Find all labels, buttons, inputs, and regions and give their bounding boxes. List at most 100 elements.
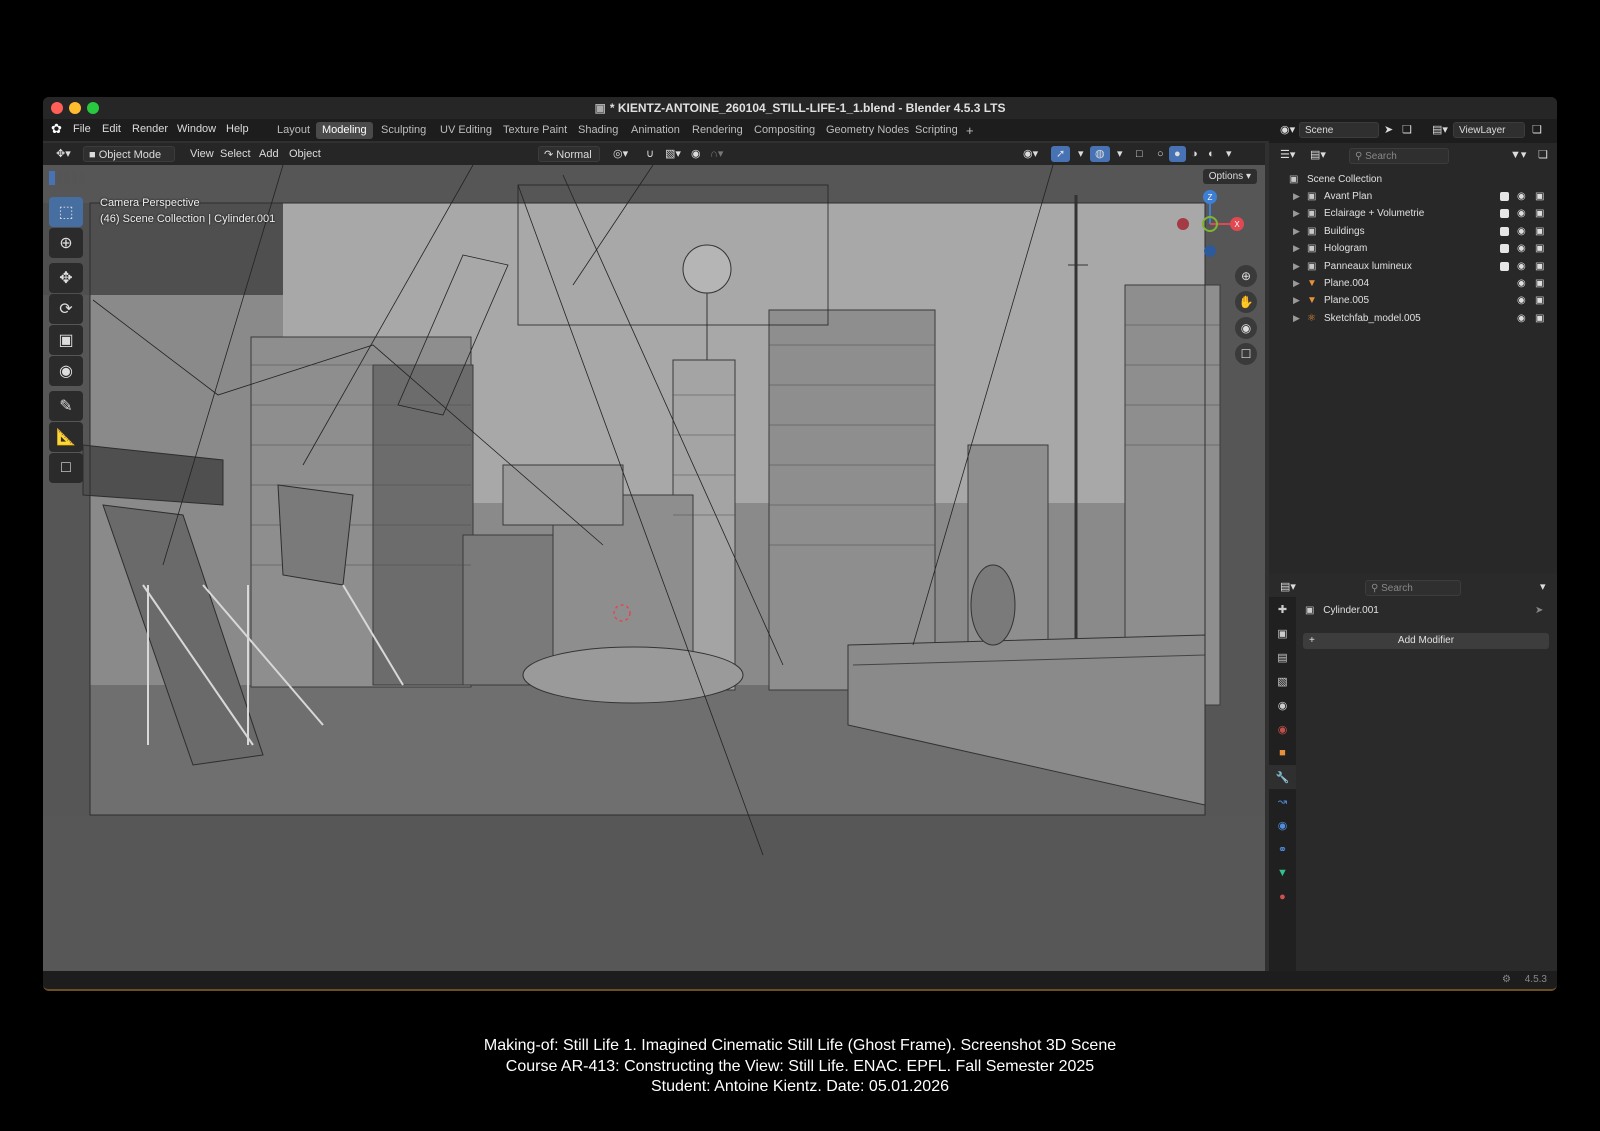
tab-layout[interactable]: Layout	[271, 122, 316, 139]
scale-tool-icon[interactable]: ▣	[49, 325, 83, 355]
shading-rendered-icon[interactable]: ◐	[1203, 146, 1220, 162]
eye-icon[interactable]: ◉	[1517, 205, 1526, 222]
eye-icon[interactable]: ◉	[1517, 292, 1526, 309]
expand-arrow-icon[interactable]: ▶	[1293, 292, 1300, 309]
render-camera-icon[interactable]: ▣	[1535, 240, 1544, 257]
shading-wireframe-icon[interactable]: ○	[1152, 146, 1169, 162]
menu-file[interactable]: File	[73, 123, 91, 135]
outliner-editor-icon[interactable]: ☰▾	[1275, 147, 1300, 163]
view-layer-tab-icon[interactable]: ▧	[1269, 669, 1296, 693]
proportional-edit-icon[interactable]: ◉	[686, 146, 706, 162]
tab-sculpting[interactable]: Sculpting	[375, 122, 432, 139]
outliner-item[interactable]: ▶ ▣ Hologram ◉ ▣	[1269, 240, 1557, 257]
exclude-checkbox[interactable]	[1500, 261, 1509, 271]
view-layer-field[interactable]: ViewLayer	[1453, 122, 1525, 138]
transform-tool-icon[interactable]: ◉	[49, 356, 83, 386]
transform-orientation-dropdown[interactable]: ↷ Normal ▾	[538, 146, 600, 177]
mode-dropdown[interactable]: ■ Object Mode ▾	[83, 146, 175, 177]
eye-icon[interactable]: ◉	[1517, 275, 1526, 292]
tab-geometry-nodes[interactable]: Geometry Nodes	[820, 122, 915, 139]
render-camera-icon[interactable]: ▣	[1535, 275, 1544, 292]
tab-modeling[interactable]: Modeling	[316, 122, 373, 139]
expand-arrow-icon[interactable]: ▶	[1293, 275, 1300, 292]
menu-render[interactable]: Render	[132, 123, 168, 135]
editor-type-icon[interactable]: ✥▾	[51, 146, 76, 162]
select-intersect-icon[interactable]	[79, 171, 85, 185]
minimize-window-button[interactable]	[69, 102, 81, 114]
shading-material-icon[interactable]: ◑	[1186, 146, 1203, 162]
data-tab-icon[interactable]: ▼	[1269, 861, 1296, 885]
pivot-point-icon[interactable]: ◎▾	[608, 146, 633, 162]
pin-scene-icon[interactable]: ➤	[1379, 122, 1398, 138]
tab-texture-paint[interactable]: Texture Paint	[497, 122, 573, 139]
eye-icon[interactable]: ◉	[1517, 240, 1526, 257]
add-workspace-button[interactable]: +	[960, 122, 980, 139]
eye-icon[interactable]: ◉	[1517, 258, 1526, 275]
properties-options-icon[interactable]: ▾	[1535, 579, 1551, 595]
outliner-item[interactable]: ▶ ▼ Plane.004 ◉ ▣	[1269, 275, 1557, 292]
add-cube-tool-icon[interactable]: □	[49, 453, 83, 483]
expand-arrow-icon[interactable]: ▶	[1293, 223, 1300, 240]
select-new-icon[interactable]	[49, 171, 55, 185]
exclude-checkbox[interactable]	[1500, 244, 1509, 254]
lock-icon[interactable]: ☐	[1235, 343, 1257, 365]
display-mode-icon[interactable]: ▤▾	[1305, 147, 1331, 163]
scene-tab-icon[interactable]: ◉	[1269, 693, 1296, 717]
tab-animation[interactable]: Animation	[625, 122, 686, 139]
outliner-item[interactable]: ▶ ▣ Avant Plan ◉ ▣	[1269, 188, 1557, 205]
gizmo-dropdown-icon[interactable]: ▾	[1073, 146, 1089, 162]
object-tab-icon[interactable]: ■	[1269, 741, 1296, 765]
physics-tab-icon[interactable]: ◉	[1269, 813, 1296, 837]
output-tab-icon[interactable]: ▤	[1269, 645, 1296, 669]
render-tab-icon[interactable]: ▣	[1269, 621, 1296, 645]
menu-select[interactable]: Select	[215, 146, 256, 162]
render-camera-icon[interactable]: ▣	[1535, 310, 1544, 327]
new-scene-icon[interactable]: ❏	[1397, 122, 1417, 138]
scene-icon[interactable]: ◉▾	[1275, 122, 1300, 138]
expand-arrow-icon[interactable]: ▶	[1293, 188, 1300, 205]
measure-tool-icon[interactable]: 📐	[49, 422, 83, 452]
navigation-gizmo[interactable]: Z X	[1175, 189, 1245, 259]
tool-tab-icon[interactable]: ✚	[1269, 597, 1296, 621]
tab-scripting[interactable]: Scripting	[909, 122, 964, 139]
menu-window[interactable]: Window	[177, 123, 216, 135]
overlays-toggle-icon[interactable]: ◍	[1090, 146, 1110, 162]
tab-compositing[interactable]: Compositing	[748, 122, 821, 139]
exclude-checkbox[interactable]	[1500, 226, 1509, 236]
add-modifier-button[interactable]: + Add Modifier	[1303, 633, 1549, 649]
expand-arrow-icon[interactable]: ▶	[1293, 240, 1300, 257]
select-extend-icon[interactable]	[56, 171, 63, 185]
modifier-tab-icon[interactable]: 🔧	[1269, 765, 1296, 789]
constraints-tab-icon[interactable]: ⚭	[1269, 837, 1296, 861]
snap-icon[interactable]: ∪	[641, 146, 659, 162]
falloff-icon[interactable]: ∩▾	[705, 146, 728, 162]
options-dropdown[interactable]: Options ▾	[1202, 169, 1257, 184]
tab-uv-editing[interactable]: UV Editing	[434, 122, 498, 139]
render-camera-icon[interactable]: ▣	[1535, 223, 1544, 240]
select-box-tool-icon[interactable]: ⬚	[49, 197, 83, 227]
pan-hand-icon[interactable]: ✋	[1235, 291, 1257, 313]
eye-icon[interactable]: ◉	[1517, 188, 1526, 205]
eye-icon[interactable]: ◉	[1517, 310, 1526, 327]
xray-toggle-icon[interactable]: □	[1131, 146, 1148, 162]
gizmo-toggle-icon[interactable]: ➚	[1051, 146, 1071, 162]
zoom-icon[interactable]: ⊕	[1235, 265, 1257, 287]
annotate-tool-icon[interactable]: ✎	[49, 391, 83, 421]
move-tool-icon[interactable]: ✥	[49, 263, 83, 293]
eye-icon[interactable]: ◉	[1517, 223, 1526, 240]
menu-object[interactable]: Object	[284, 146, 326, 162]
tab-shading[interactable]: Shading	[572, 122, 624, 139]
tab-rendering[interactable]: Rendering	[686, 122, 749, 139]
select-invert-icon[interactable]	[71, 171, 78, 185]
filter-icon[interactable]: ▼▾	[1505, 147, 1531, 163]
menu-edit[interactable]: Edit	[102, 123, 121, 135]
expand-arrow-icon[interactable]: ▶	[1293, 258, 1300, 275]
outliner-item[interactable]: ▶ ▣ Panneaux lumineux ◉ ▣	[1269, 258, 1557, 275]
render-camera-icon[interactable]: ▣	[1535, 205, 1544, 222]
pin-icon[interactable]: ➤	[1535, 605, 1543, 616]
material-tab-icon[interactable]: ●	[1269, 885, 1296, 909]
rotate-tool-icon[interactable]: ⟳	[49, 294, 83, 324]
outliner-item[interactable]: ▶ ▼ Plane.005 ◉ ▣	[1269, 292, 1557, 309]
outliner-root[interactable]: ▣ Scene Collection	[1269, 171, 1557, 188]
exclude-checkbox[interactable]	[1500, 209, 1509, 219]
